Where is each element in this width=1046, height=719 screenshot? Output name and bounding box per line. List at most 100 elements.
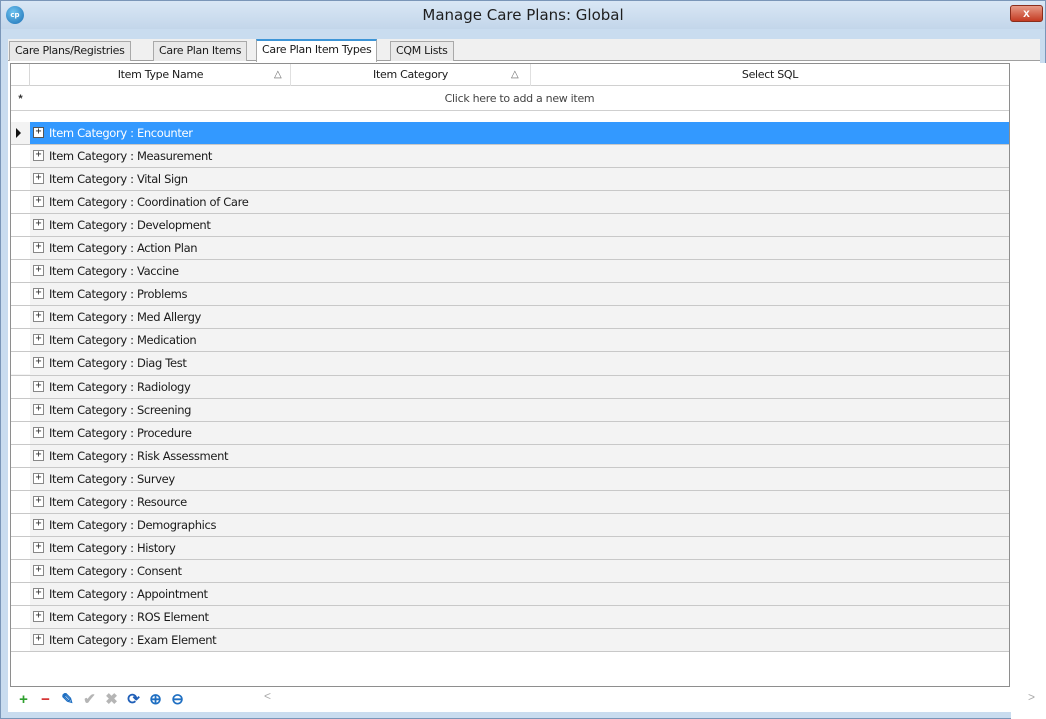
group-row[interactable]: + Item Category : Med Allergy xyxy=(11,306,1009,330)
row-selector[interactable] xyxy=(11,582,30,605)
zoom-out-icon[interactable]: ⊖ xyxy=(168,690,187,709)
expand-icon[interactable]: + xyxy=(33,265,44,277)
column-header-item-category[interactable]: Item Category xyxy=(291,64,531,86)
row-selector[interactable] xyxy=(11,467,30,490)
row-selector[interactable] xyxy=(11,513,30,536)
expand-icon[interactable]: + xyxy=(33,403,44,415)
new-row-marker-icon: * xyxy=(18,93,23,105)
row-selector[interactable] xyxy=(11,329,30,352)
group-row-label: Item Category : Development xyxy=(49,218,211,233)
cancel-icon[interactable]: ✖ xyxy=(102,690,121,709)
row-selector[interactable] xyxy=(11,629,30,652)
group-row[interactable]: + Item Category : Survey xyxy=(11,467,1009,491)
row-selector[interactable] xyxy=(11,237,30,260)
sort-ascending-icon[interactable]: △ xyxy=(274,64,282,86)
group-row[interactable]: + Item Category : Demographics xyxy=(11,513,1009,537)
tab-care-plan-items[interactable]: Care Plan Items xyxy=(153,41,248,61)
group-row-label: Item Category : ROS Element xyxy=(49,609,209,624)
add-new-item-row[interactable]: * Click here to add a new item xyxy=(11,87,1009,111)
column-header-select-sql[interactable]: Select SQL xyxy=(531,64,1009,86)
scroll-left-arrow-icon[interactable]: < xyxy=(264,689,271,703)
expand-icon[interactable]: + xyxy=(33,219,44,231)
row-selector[interactable] xyxy=(11,260,30,283)
row-selector[interactable] xyxy=(11,375,30,398)
add-icon[interactable]: + xyxy=(14,690,33,709)
row-selector[interactable] xyxy=(11,490,30,513)
expand-icon[interactable]: + xyxy=(33,196,44,208)
expand-icon[interactable]: + xyxy=(33,380,44,392)
refresh-icon[interactable]: ⟳ xyxy=(124,690,143,709)
row-selector[interactable] xyxy=(11,145,30,168)
sort-ascending-icon[interactable]: △ xyxy=(511,64,519,86)
tab-care-plans-registries[interactable]: Care Plans/Registries xyxy=(9,41,131,61)
group-row[interactable]: + Item Category : Screening xyxy=(11,398,1009,422)
expand-icon[interactable]: + xyxy=(33,127,44,138)
expand-icon[interactable]: + xyxy=(33,311,44,323)
expand-icon[interactable]: + xyxy=(33,610,44,622)
expand-icon[interactable]: + xyxy=(33,242,44,254)
group-row[interactable]: + Item Category : ROS Element xyxy=(11,605,1009,630)
group-row[interactable]: + Item Category : Risk Assessment xyxy=(11,444,1009,468)
expand-icon[interactable]: + xyxy=(33,173,44,185)
expand-icon[interactable]: + xyxy=(33,426,44,438)
expand-icon[interactable]: + xyxy=(33,334,44,346)
close-button[interactable]: x xyxy=(1010,5,1043,22)
column-header-item-type-name[interactable]: Item Type Name xyxy=(31,64,291,86)
current-row-arrow-icon xyxy=(16,128,21,138)
group-row-label: Item Category : Demographics xyxy=(49,517,217,532)
group-row-label: Item Category : Procedure xyxy=(49,425,192,440)
scroll-right-arrow-icon[interactable]: > xyxy=(1028,690,1035,704)
accept-icon[interactable]: ✔ xyxy=(80,690,99,709)
group-row[interactable]: + Item Category : Development xyxy=(11,214,1009,238)
edit-icon[interactable]: ✎ xyxy=(58,690,77,709)
title-bar[interactable]: cp Manage Care Plans: Global x xyxy=(1,1,1045,29)
row-selector[interactable] xyxy=(11,191,30,214)
expand-icon[interactable]: + xyxy=(33,472,44,484)
group-row[interactable]: + Item Category : Vaccine xyxy=(11,260,1009,284)
tab-cqm-lists[interactable]: CQM Lists xyxy=(390,41,454,61)
group-row[interactable]: + Item Category : Encounter xyxy=(11,122,1009,146)
row-selector[interactable] xyxy=(11,559,30,582)
group-row[interactable]: + Item Category : Measurement xyxy=(11,145,1009,169)
row-selector[interactable] xyxy=(11,605,30,628)
row-selector[interactable] xyxy=(11,122,30,144)
group-row[interactable]: + Item Category : Procedure xyxy=(11,421,1009,445)
grid-header: Item Type Name △ Item Category △ Select … xyxy=(11,64,1009,86)
expand-icon[interactable]: + xyxy=(33,150,44,162)
row-selector[interactable] xyxy=(11,444,30,467)
expand-icon[interactable]: + xyxy=(33,634,44,646)
row-selector[interactable] xyxy=(11,352,30,375)
expand-icon[interactable]: + xyxy=(33,587,44,599)
zoom-in-icon[interactable]: ⊕ xyxy=(146,690,165,709)
group-row[interactable]: + Item Category : Problems xyxy=(11,283,1009,307)
row-selector[interactable] xyxy=(11,306,30,329)
group-row[interactable]: + Item Category : Appointment xyxy=(11,582,1009,606)
expand-icon[interactable]: + xyxy=(33,357,44,369)
expand-icon[interactable]: + xyxy=(33,541,44,553)
remove-icon[interactable]: − xyxy=(36,690,55,709)
row-selector[interactable] xyxy=(11,283,30,306)
row-selector[interactable] xyxy=(11,168,30,191)
group-row[interactable]: + Item Category : Resource xyxy=(11,490,1009,514)
expand-icon[interactable]: + xyxy=(33,495,44,507)
expand-icon[interactable]: + xyxy=(33,518,44,530)
group-row[interactable]: + Item Category : Exam Element xyxy=(11,629,1009,653)
group-row[interactable]: + Item Category : Diag Test xyxy=(11,352,1009,376)
row-selector[interactable] xyxy=(11,214,30,237)
item-types-grid: Item Type Name △ Item Category △ Select … xyxy=(10,63,1010,687)
group-row[interactable]: + Item Category : Medication xyxy=(11,329,1009,353)
row-selector[interactable] xyxy=(11,398,30,421)
group-row-label: Item Category : Risk Assessment xyxy=(49,448,229,463)
expand-icon[interactable]: + xyxy=(33,564,44,576)
row-selector[interactable] xyxy=(11,536,30,559)
group-row[interactable]: + Item Category : Consent xyxy=(11,559,1009,583)
expand-icon[interactable]: + xyxy=(33,449,44,461)
tab-care-plan-item-types[interactable]: Care Plan Item Types xyxy=(256,39,378,62)
row-selector[interactable] xyxy=(11,421,30,444)
group-row[interactable]: + Item Category : Coordination of Care xyxy=(11,191,1009,215)
group-row[interactable]: + Item Category : Radiology xyxy=(11,375,1009,399)
group-row[interactable]: + Item Category : History xyxy=(11,536,1009,560)
expand-icon[interactable]: + xyxy=(33,288,44,300)
group-row[interactable]: + Item Category : Action Plan xyxy=(11,237,1009,261)
group-row[interactable]: + Item Category : Vital Sign xyxy=(11,168,1009,192)
